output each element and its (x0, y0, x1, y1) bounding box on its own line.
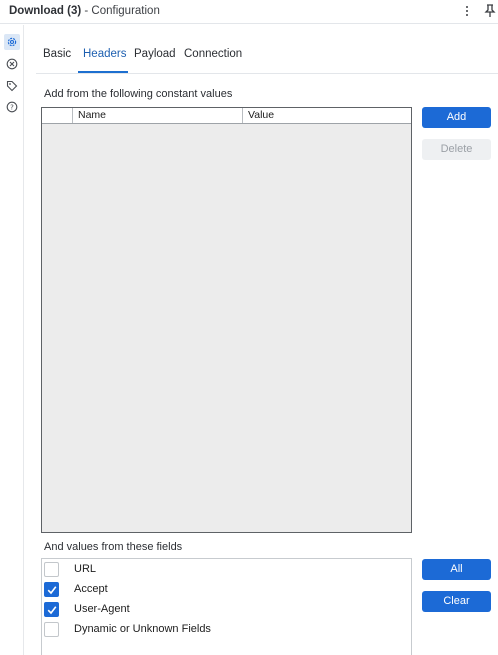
user-agent-checkbox[interactable] (44, 602, 59, 617)
side-rail: ? (0, 25, 24, 655)
clear-button[interactable]: Clear (422, 591, 491, 612)
checkmark-icon (47, 606, 57, 615)
grid-row-header-corner (42, 108, 72, 123)
accept-checkbox[interactable] (44, 582, 59, 597)
grid-header: Name Value (42, 108, 411, 124)
window-title: Download (3) - Configuration (9, 5, 160, 17)
constants-grid[interactable]: Name Value (41, 107, 412, 533)
grid-column-name[interactable]: Name (72, 108, 242, 123)
list-item[interactable]: Accept (42, 580, 411, 600)
tab-headers[interactable]: Headers (83, 48, 126, 60)
field-label: User-Agent (74, 603, 130, 615)
more-options-icon[interactable] (463, 4, 471, 18)
active-tab-indicator (78, 71, 128, 73)
dynamic-fields-checkbox[interactable] (44, 622, 59, 637)
pin-icon[interactable] (484, 4, 496, 18)
list-item[interactable]: Dynamic or Unknown Fields (42, 620, 411, 640)
add-button[interactable]: Add (422, 107, 491, 128)
svg-text:?: ? (10, 103, 14, 111)
field-label: URL (74, 563, 97, 575)
all-button[interactable]: All (422, 559, 491, 580)
constants-label: Add from the following constant values (44, 88, 233, 100)
tab-connection[interactable]: Connection (184, 48, 242, 60)
window-title-section: - Configuration (84, 5, 160, 17)
title-bar: Download (3) - Configuration (0, 0, 498, 24)
delete-button[interactable]: Delete (422, 139, 491, 160)
list-item[interactable]: URL (42, 560, 411, 580)
fields-list: URL Accept User-Agent Dynamic or Unknown… (41, 558, 412, 655)
list-item[interactable]: User-Agent (42, 600, 411, 620)
config-tabs: Basic Headers Payload Connection (36, 38, 498, 74)
fields-label: And values from these fields (44, 541, 183, 553)
tab-basic[interactable]: Basic (43, 48, 71, 60)
field-label: Dynamic or Unknown Fields (74, 623, 211, 635)
url-checkbox[interactable] (44, 562, 59, 577)
tag-icon[interactable] (4, 78, 20, 94)
gear-icon[interactable] (4, 34, 20, 50)
grid-column-value[interactable]: Value (242, 108, 411, 123)
checkmark-icon (47, 586, 57, 595)
field-label: Accept (74, 583, 108, 595)
tool-icon[interactable] (4, 56, 20, 72)
help-icon[interactable]: ? (4, 99, 20, 115)
tab-payload[interactable]: Payload (134, 48, 176, 60)
window-title-tool: Download (3) (9, 5, 82, 17)
